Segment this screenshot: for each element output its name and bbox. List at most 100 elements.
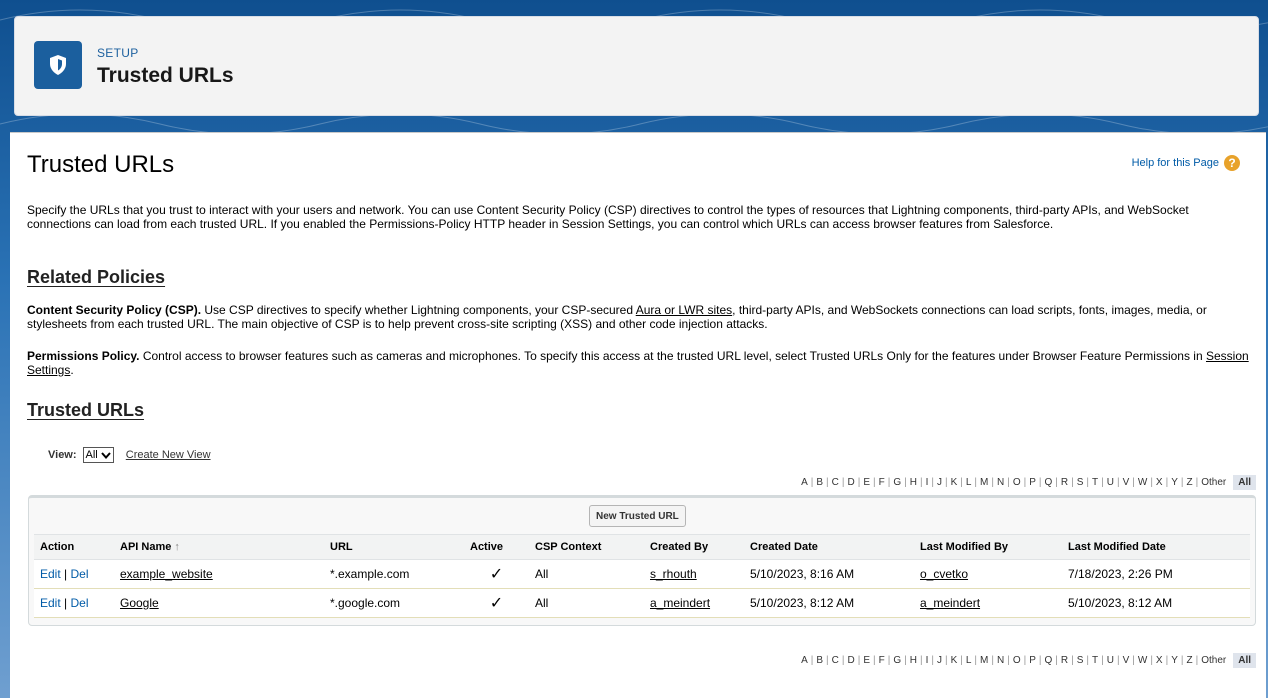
alpha-filter-g[interactable]: G bbox=[890, 477, 904, 488]
del-link[interactable]: Del bbox=[70, 596, 88, 610]
alpha-filter-q[interactable]: Q bbox=[1042, 655, 1056, 666]
alpha-filter-d[interactable]: D bbox=[845, 655, 858, 666]
col-api-name[interactable]: API Name ↑ bbox=[114, 534, 324, 560]
alpha-filter-l[interactable]: L bbox=[963, 477, 975, 488]
edit-link[interactable]: Edit bbox=[40, 596, 61, 610]
alpha-filter-e[interactable]: E bbox=[860, 477, 873, 488]
alpha-filter-m[interactable]: M bbox=[977, 477, 991, 488]
alpha-filter-top: A | B | C | D | E | F | G | H | I | J | K | L | M | N | O | P | Q | R | S | T |… bbox=[798, 475, 1256, 490]
perm-text-b: . bbox=[70, 363, 74, 377]
alpha-filter-t[interactable]: T bbox=[1089, 477, 1101, 488]
alpha-filter-u[interactable]: U bbox=[1104, 477, 1117, 488]
header-eyebrow: SETUP bbox=[97, 46, 139, 60]
alpha-filter-x[interactable]: X bbox=[1153, 655, 1166, 666]
alpha-filter-e[interactable]: E bbox=[860, 655, 873, 666]
alpha-filter-u[interactable]: U bbox=[1104, 655, 1117, 666]
alpha-filter-n[interactable]: N bbox=[994, 477, 1007, 488]
alpha-filter-b[interactable]: B bbox=[813, 477, 826, 488]
help-link[interactable]: Help for this Page ? bbox=[1132, 155, 1240, 171]
col-last-modified-date: Last Modified Date bbox=[1062, 534, 1250, 560]
del-link[interactable]: Del bbox=[70, 567, 88, 581]
header-title: Trusted URLs bbox=[97, 64, 234, 87]
alpha-filter-w[interactable]: W bbox=[1135, 655, 1150, 666]
modified-date-cell: 7/18/2023, 2:26 PM bbox=[1062, 559, 1250, 589]
alpha-filter-a[interactable]: A bbox=[798, 477, 811, 488]
alpha-filter-v[interactable]: V bbox=[1120, 477, 1133, 488]
edit-link[interactable]: Edit bbox=[40, 567, 61, 581]
shield-icon bbox=[50, 55, 66, 75]
alpha-filter-v[interactable]: V bbox=[1120, 655, 1133, 666]
alpha-filter-o[interactable]: O bbox=[1010, 477, 1024, 488]
alpha-filter-d[interactable]: D bbox=[845, 477, 858, 488]
aura-lwr-sites-link[interactable]: Aura or LWR sites bbox=[636, 303, 732, 317]
alpha-filter-i[interactable]: I bbox=[923, 655, 932, 666]
alpha-filter-x[interactable]: X bbox=[1153, 477, 1166, 488]
alpha-filter-other[interactable]: Other bbox=[1198, 477, 1229, 488]
alpha-filter-p[interactable]: P bbox=[1026, 655, 1039, 666]
alpha-filter-r[interactable]: R bbox=[1058, 655, 1071, 666]
csp-text-a: Use CSP directives to specify whether Li… bbox=[201, 303, 636, 317]
col-action: Action bbox=[34, 534, 114, 560]
chevron-down-icon bbox=[101, 451, 111, 459]
alpha-filter-l[interactable]: L bbox=[963, 655, 975, 666]
col-url: URL bbox=[324, 534, 464, 560]
alpha-filter-w[interactable]: W bbox=[1135, 477, 1150, 488]
alpha-filter-p[interactable]: P bbox=[1026, 477, 1039, 488]
modified-by-link[interactable]: o_cvetko bbox=[920, 567, 968, 581]
alpha-filter-k[interactable]: K bbox=[948, 477, 961, 488]
alpha-filter-j[interactable]: J bbox=[934, 477, 945, 488]
intro-text: Specify the URLs that you trust to inter… bbox=[27, 203, 1189, 231]
alpha-filter-f[interactable]: F bbox=[876, 655, 888, 666]
alpha-filter-a[interactable]: A bbox=[798, 655, 811, 666]
setup-icon-tile bbox=[34, 41, 82, 89]
alpha-filter-n[interactable]: N bbox=[994, 655, 1007, 666]
perm-label: Permissions Policy. bbox=[27, 349, 140, 363]
alpha-filter-q[interactable]: Q bbox=[1042, 477, 1056, 488]
new-trusted-url-button[interactable]: New Trusted URL bbox=[589, 505, 686, 527]
page-header: SETUP Trusted URLs bbox=[14, 16, 1259, 116]
alpha-filter-z[interactable]: Z bbox=[1183, 477, 1195, 488]
perm-text-a: Control access to browser features such … bbox=[139, 349, 1206, 363]
modified-date-cell: 5/10/2023, 8:12 AM bbox=[1062, 588, 1250, 618]
create-new-view-link[interactable]: Create New View bbox=[126, 449, 211, 461]
alpha-filter-s[interactable]: S bbox=[1074, 477, 1087, 488]
alpha-filter-z[interactable]: Z bbox=[1183, 655, 1195, 666]
modified-by-link[interactable]: a_meindert bbox=[920, 596, 980, 610]
sort-ascending-icon: ↑ bbox=[174, 541, 180, 553]
col-csp-context: CSP Context bbox=[529, 534, 644, 560]
alpha-filter-all[interactable]: All bbox=[1233, 653, 1256, 668]
created-by-link[interactable]: a_meindert bbox=[650, 596, 710, 610]
permissions-description: Permissions Policy. Control access to br… bbox=[27, 349, 1255, 377]
api-name-link[interactable]: example_website bbox=[120, 567, 213, 581]
alpha-filter-j[interactable]: J bbox=[934, 655, 945, 666]
alpha-filter-y[interactable]: Y bbox=[1168, 477, 1181, 488]
table-row: Edit | Del Google *.google.com ✓ All a_m… bbox=[34, 588, 1250, 618]
view-selector-row: View: All Create New View bbox=[48, 447, 211, 463]
alpha-filter-t[interactable]: T bbox=[1089, 655, 1101, 666]
alpha-filter-m[interactable]: M bbox=[977, 655, 991, 666]
alpha-filter-h[interactable]: H bbox=[907, 655, 920, 666]
col-api-name-label: API Name bbox=[120, 541, 172, 553]
alpha-filter-other[interactable]: Other bbox=[1198, 655, 1229, 666]
alpha-filter-s[interactable]: S bbox=[1074, 655, 1087, 666]
view-select[interactable]: All bbox=[82, 447, 114, 463]
alpha-filter-y[interactable]: Y bbox=[1168, 655, 1181, 666]
alpha-filter-o[interactable]: O bbox=[1010, 655, 1024, 666]
alpha-filter-all[interactable]: All bbox=[1233, 475, 1256, 490]
created-date-cell: 5/10/2023, 8:16 AM bbox=[744, 559, 914, 589]
api-name-link[interactable]: Google bbox=[120, 596, 159, 610]
trusted-urls-heading: Trusted URLs bbox=[27, 400, 145, 420]
alpha-filter-r[interactable]: R bbox=[1058, 477, 1071, 488]
created-by-link[interactable]: s_rhouth bbox=[650, 567, 697, 581]
alpha-filter-i[interactable]: I bbox=[923, 477, 932, 488]
alpha-filter-k[interactable]: K bbox=[948, 655, 961, 666]
alpha-filter-b[interactable]: B bbox=[813, 655, 826, 666]
trusted-urls-list: New Trusted URL Action API Name ↑ URL Ac… bbox=[28, 495, 1256, 626]
alpha-filter-h[interactable]: H bbox=[907, 477, 920, 488]
csp-description: Content Security Policy (CSP). Use CSP d… bbox=[27, 303, 1255, 331]
alpha-filter-c[interactable]: C bbox=[829, 655, 842, 666]
alpha-filter-c[interactable]: C bbox=[829, 477, 842, 488]
alpha-filter-g[interactable]: G bbox=[890, 655, 904, 666]
help-link-label: Help for this Page bbox=[1131, 157, 1219, 169]
alpha-filter-f[interactable]: F bbox=[876, 477, 888, 488]
